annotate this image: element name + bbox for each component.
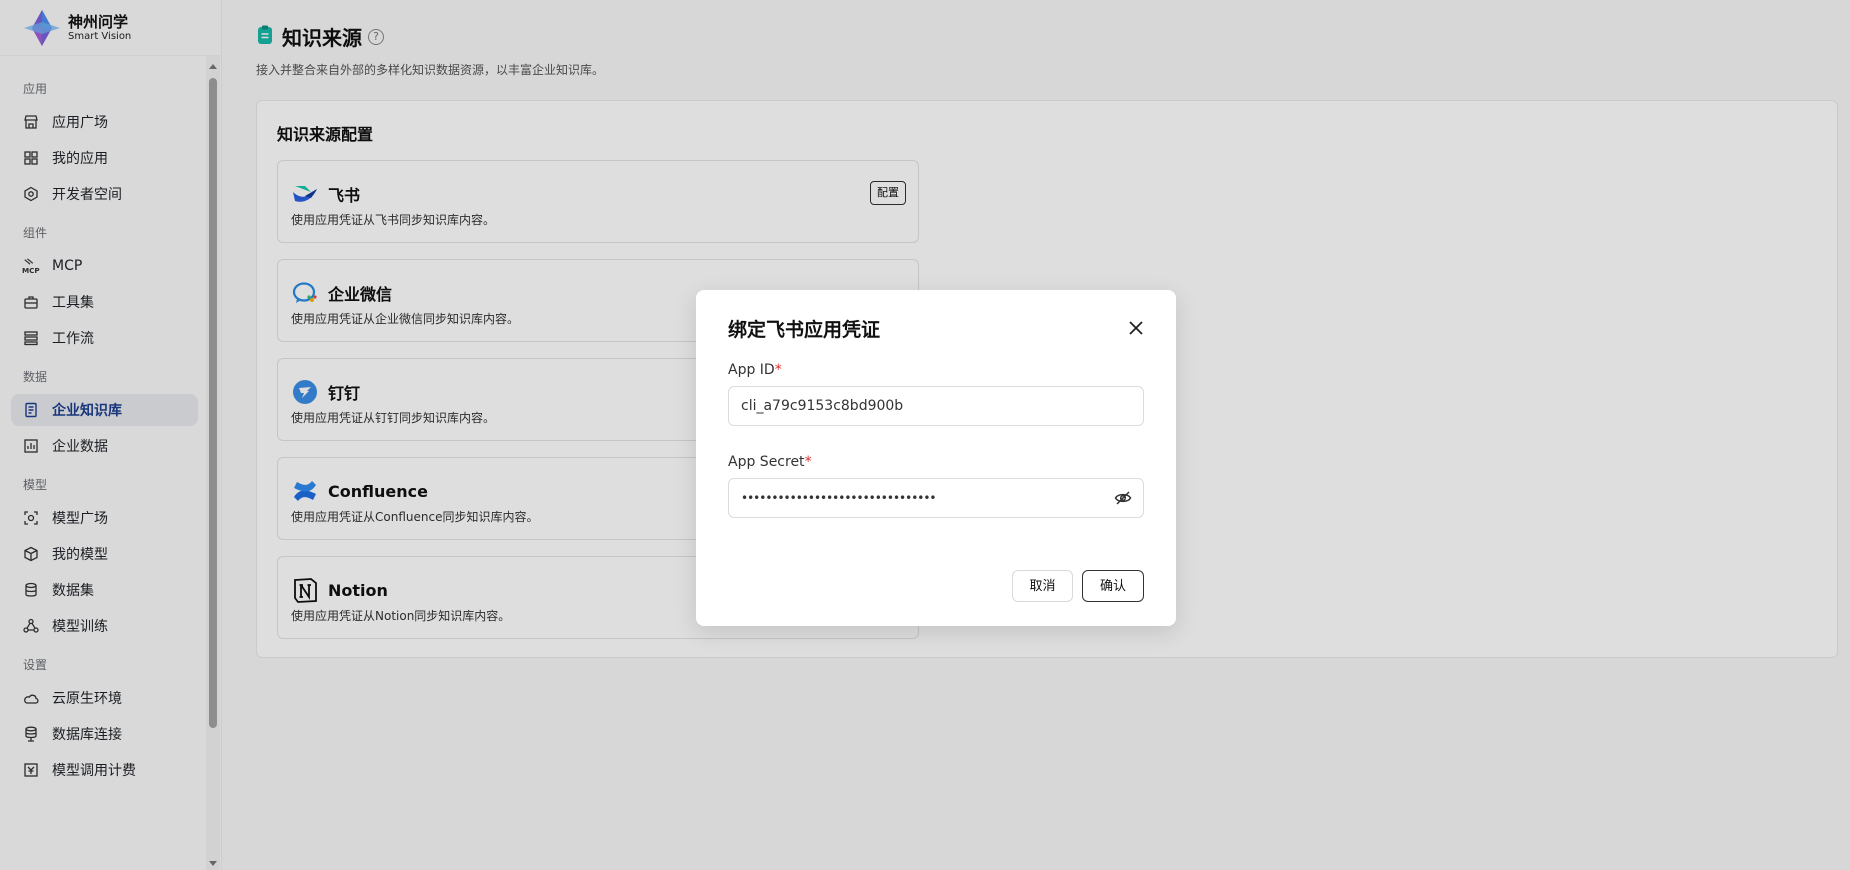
app-id-label: App ID* xyxy=(728,362,782,378)
bind-credentials-dialog: 绑定飞书应用凭证 App ID* App Secret* 取消 确认 xyxy=(696,290,1176,626)
required-mark: * xyxy=(804,454,812,470)
required-mark: * xyxy=(774,362,782,378)
app-secret-input[interactable] xyxy=(728,478,1144,518)
cancel-button[interactable]: 取消 xyxy=(1012,570,1073,602)
app-id-input[interactable] xyxy=(728,386,1144,426)
eye-off-icon[interactable] xyxy=(1114,489,1132,507)
close-icon[interactable] xyxy=(1128,320,1144,336)
confirm-button[interactable]: 确认 xyxy=(1082,570,1144,602)
dialog-title: 绑定飞书应用凭证 xyxy=(728,319,881,341)
app-secret-label: App Secret* xyxy=(728,454,812,470)
